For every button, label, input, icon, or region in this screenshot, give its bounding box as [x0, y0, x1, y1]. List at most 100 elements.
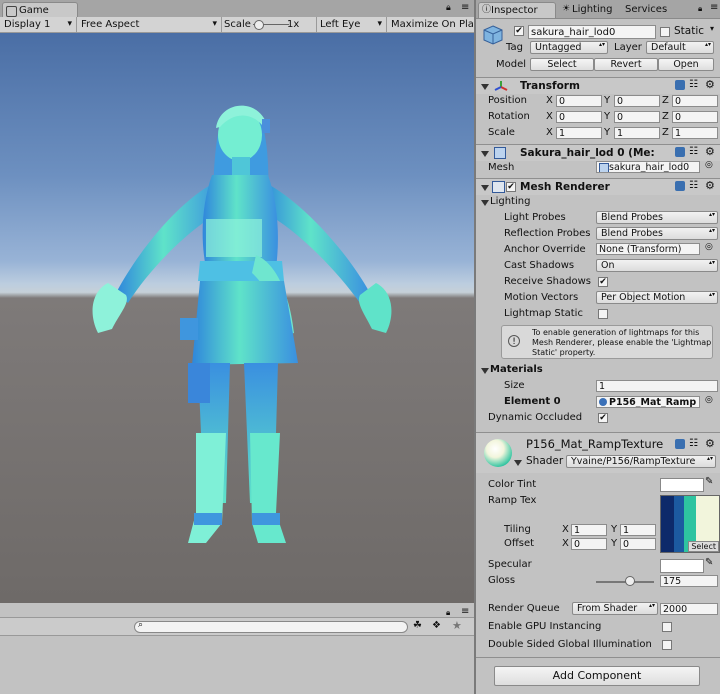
materials-foldout-arrow-icon[interactable] — [481, 368, 489, 374]
rotation-y-field[interactable]: 0 — [614, 111, 660, 123]
component-gear-icon[interactable]: ⚙ — [705, 437, 715, 450]
mesh-field[interactable]: sakura_hair_lod0 — [596, 161, 700, 173]
scale-y-field[interactable]: 1 — [614, 127, 660, 139]
material-header: P156_Mat_RampTexture ☷ ⚙ Shader Yvaine/P… — [476, 433, 720, 473]
model-revert-button[interactable]: Revert — [594, 58, 658, 71]
inspector-lock-icon[interactable]: 🔒︎ — [698, 4, 702, 14]
object-picker-icon[interactable]: ◎ — [705, 242, 713, 252]
tab-game[interactable]: Game — [2, 2, 78, 18]
lock-icon[interactable]: 🔒︎ — [446, 3, 451, 13]
mesh-renderer-header[interactable]: ✔ Mesh Renderer ☷ ⚙ — [476, 178, 720, 195]
shader-foldout-arrow-icon[interactable] — [514, 460, 522, 466]
help-book-icon[interactable] — [675, 80, 685, 90]
offset-label: Offset — [504, 538, 535, 549]
eyedropper-icon[interactable]: ✎ — [705, 476, 713, 487]
game-viewport[interactable] — [0, 33, 474, 603]
anchor-override-field[interactable]: None (Transform) — [596, 243, 700, 255]
expand-arrow-icon[interactable] — [481, 84, 489, 90]
model-open-button[interactable]: Open — [658, 58, 714, 71]
element0-field[interactable]: P156_Mat_Ramp — [596, 396, 700, 408]
tab-inspector[interactable]: ⓘ Inspector — [478, 2, 556, 18]
offset-x-field[interactable]: 0 — [571, 538, 607, 550]
model-label: Model — [496, 59, 527, 70]
tag-icon[interactable]: ❖ — [432, 620, 441, 631]
info-icon: ⓘ — [482, 5, 492, 15]
active-checkbox[interactable]: ✔ — [514, 26, 524, 36]
rotation-z-field[interactable]: 0 — [672, 111, 718, 123]
expand-arrow-icon[interactable] — [481, 151, 489, 157]
eye-dropdown[interactable]: Left Eye — [316, 17, 387, 32]
add-component-button[interactable]: Add Component — [494, 666, 700, 686]
preset-sliders-icon[interactable]: ☷ — [689, 438, 698, 449]
mesh-filter-header[interactable]: Sakura_hair_lod 0 (Me: ☷ ⚙ — [476, 144, 720, 161]
component-gear-icon[interactable]: ⚙ — [705, 145, 715, 158]
object-picker-icon[interactable]: ◎ — [705, 395, 713, 405]
cast-shadows-dropdown[interactable]: On — [596, 259, 718, 272]
help-book-icon[interactable] — [675, 147, 685, 157]
layer-dropdown[interactable]: Default — [646, 41, 714, 54]
object-name-field[interactable]: sakura_hair_lod0 — [528, 25, 656, 39]
receive-shadows-checkbox[interactable]: ✔ — [598, 277, 608, 287]
component-gear-icon[interactable]: ⚙ — [705, 179, 715, 192]
static-checkbox[interactable] — [660, 27, 670, 37]
materials-size-field[interactable]: 1 — [596, 380, 718, 392]
tag-dropdown[interactable]: Untagged — [530, 41, 608, 54]
collab-icon[interactable]: ☘ — [413, 620, 422, 631]
position-z-field[interactable]: 0 — [672, 95, 718, 107]
mesh-renderer-title: Mesh Renderer — [520, 181, 610, 193]
object-picker-icon[interactable]: ◎ — [705, 160, 713, 170]
gloss-slider-thumb[interactable] — [625, 576, 635, 586]
render-queue-value-field[interactable]: 2000 — [660, 603, 718, 615]
star-icon[interactable]: ★ — [452, 619, 462, 632]
console-search-input[interactable]: ⌕ — [134, 620, 408, 633]
shader-dropdown[interactable]: Yvaine/P156/RampTexture — [566, 455, 716, 468]
lightmap-static-checkbox[interactable] — [598, 309, 608, 319]
color-tint-swatch[interactable] — [660, 478, 704, 492]
aspect-dropdown[interactable]: Free Aspect — [77, 17, 222, 32]
gpu-instancing-checkbox[interactable] — [662, 622, 672, 632]
scale-x-field[interactable]: 1 — [556, 127, 602, 139]
transform-title: Transform — [520, 80, 580, 92]
tiling-x-field[interactable]: 1 — [571, 524, 607, 536]
transform-header[interactable]: Transform ☷ ⚙ — [476, 77, 720, 94]
render-queue-mode-dropdown[interactable]: From Shader — [572, 602, 658, 615]
model-select-button[interactable]: Select — [530, 58, 594, 71]
gloss-value-field[interactable]: 175 — [660, 575, 718, 587]
help-book-icon[interactable] — [675, 181, 685, 191]
reflection-probes-dropdown[interactable]: Blend Probes — [596, 227, 718, 240]
rotation-x-field[interactable]: 0 — [556, 111, 602, 123]
texture-select-button[interactable]: Select — [688, 541, 719, 552]
maximize-on-play-toggle[interactable]: Maximize On Play — [387, 17, 478, 32]
dynamic-occluded-checkbox[interactable]: ✔ — [598, 413, 608, 423]
lighting-foldout-arrow-icon[interactable] — [481, 200, 489, 206]
expand-arrow-icon[interactable] — [481, 185, 489, 191]
display-dropdown[interactable]: Display 1 — [0, 17, 77, 32]
offset-y-field[interactable]: 0 — [620, 538, 656, 550]
scale-z-field[interactable]: 1 — [672, 127, 718, 139]
gloss-slider-track[interactable] — [596, 576, 654, 586]
panel-menu-icon[interactable]: ≡ — [461, 2, 469, 13]
tab-services[interactable]: Services — [619, 2, 673, 17]
inspector-menu-icon[interactable]: ≡ — [710, 2, 718, 13]
specular-color-swatch[interactable] — [660, 559, 704, 573]
eyedropper-icon[interactable]: ✎ — [705, 557, 713, 568]
materials-label: Materials — [490, 364, 543, 375]
preset-sliders-icon[interactable]: ☷ — [689, 79, 698, 90]
mesh-renderer-enabled-checkbox[interactable]: ✔ — [506, 182, 516, 192]
console-menu-icon[interactable]: ≡ — [461, 606, 469, 617]
light-probes-dropdown[interactable]: Blend Probes — [596, 211, 718, 224]
ramp-texture-thumbnail[interactable]: Select — [660, 495, 720, 553]
position-x-field[interactable]: 0 — [556, 95, 602, 107]
tiling-y-field[interactable]: 1 — [620, 524, 656, 536]
offset-x-axis-label: X — [562, 538, 569, 549]
preset-sliders-icon[interactable]: ☷ — [689, 180, 698, 191]
static-dropdown-icon[interactable]: ▾ — [710, 24, 714, 33]
motion-vectors-dropdown[interactable]: Per Object Motion — [596, 291, 718, 304]
tab-lighting[interactable]: ☀ Lighting — [560, 2, 618, 17]
component-gear-icon[interactable]: ⚙ — [705, 78, 715, 91]
scale-slider-thumb[interactable] — [254, 20, 264, 30]
double-sided-gi-checkbox[interactable] — [662, 640, 672, 650]
position-y-field[interactable]: 0 — [614, 95, 660, 107]
help-book-icon[interactable] — [675, 439, 685, 449]
preset-sliders-icon[interactable]: ☷ — [689, 146, 698, 157]
